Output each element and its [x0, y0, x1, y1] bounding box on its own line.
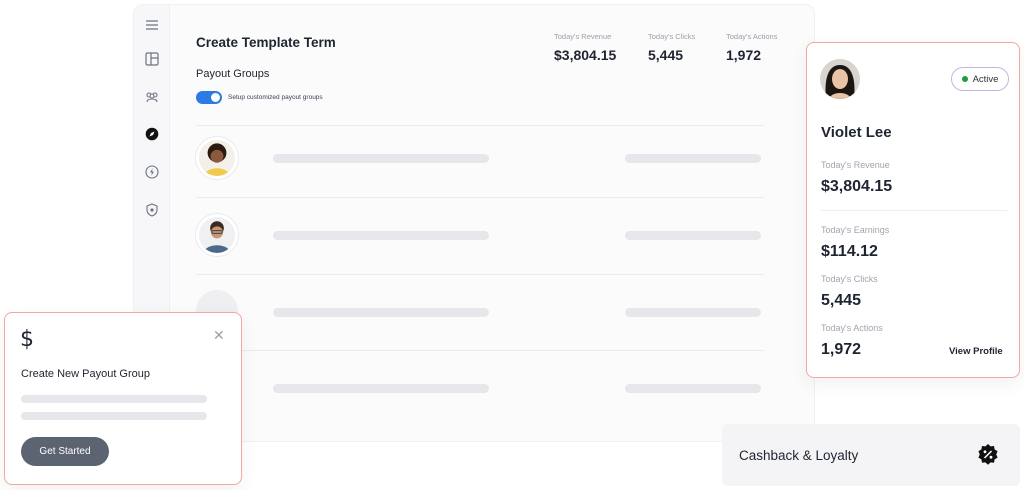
stat-value: 1,972 — [821, 341, 862, 358]
profile-revenue: Today's Revenue $3,804.15 — [821, 160, 892, 196]
stat-value: $3,804.15 — [821, 178, 893, 195]
stat-label: Today's Clicks — [648, 32, 696, 41]
popup-title: Create New Payout Group — [21, 368, 151, 380]
page-title: Create Template Term — [196, 35, 336, 50]
divider — [196, 350, 764, 351]
status-label: Active — [972, 73, 999, 85]
value-placeholder-bar — [625, 231, 761, 240]
stat-label: Today's Actions — [821, 323, 883, 333]
name-placeholder-bar — [273, 308, 489, 317]
stat-value: $3,804.15 — [554, 47, 617, 63]
discount-badge-icon — [976, 443, 1000, 467]
divider — [821, 210, 1007, 211]
profile-card: Active Violet Lee Today's Revenue $3,804… — [806, 42, 1020, 378]
name-placeholder-bar — [273, 231, 489, 240]
placeholder-bar — [21, 395, 207, 403]
section-title: Payout Groups — [196, 68, 270, 80]
value-placeholder-bar — [625, 154, 761, 163]
stat-value: 5,445 — [821, 292, 862, 309]
stat-label: Today's Revenue — [821, 160, 890, 170]
close-icon[interactable]: ✕ — [213, 327, 225, 344]
view-profile-link[interactable]: View Profile — [949, 346, 1003, 357]
profile-actions: Today's Actions 1,972 — [821, 323, 883, 359]
profile-name: Violet Lee — [821, 124, 892, 141]
avatar[interactable] — [196, 214, 238, 256]
stat-value: $114.12 — [821, 243, 878, 260]
create-payout-group-popup: $ ✕ Create New Payout Group Get Started — [4, 312, 242, 485]
name-placeholder-bar — [273, 384, 489, 393]
payout-groups-toggle[interactable] — [196, 91, 222, 104]
users-icon[interactable] — [145, 90, 159, 104]
shield-icon[interactable] — [145, 203, 159, 217]
stat-value: 5,445 — [648, 47, 684, 63]
get-started-button[interactable]: Get Started — [21, 437, 109, 466]
placeholder-bar — [21, 412, 207, 420]
value-placeholder-bar — [625, 308, 761, 317]
profile-earnings: Today's Earnings $114.12 — [821, 225, 889, 261]
dollar-icon: $ — [20, 327, 34, 352]
avatar[interactable] — [820, 59, 860, 99]
stat-label: Today's Revenue — [554, 32, 612, 41]
stat-value: 1,972 — [726, 47, 762, 63]
name-placeholder-bar — [273, 154, 489, 163]
stat-revenue: Today's Revenue $3,804.15 — [554, 32, 616, 63]
toggle-label: Setup customized payout groups — [228, 94, 323, 101]
bolt-icon[interactable] — [145, 165, 159, 179]
cashback-loyalty-pill[interactable]: Cashback & Loyalty — [722, 424, 1020, 486]
layout-icon[interactable] — [145, 52, 159, 66]
value-placeholder-bar — [625, 384, 761, 393]
stat-label: Today's Clicks — [821, 274, 878, 284]
stat-label: Today's Earnings — [821, 225, 890, 235]
status-badge: Active — [951, 67, 1009, 91]
menu-icon[interactable] — [145, 18, 159, 32]
divider — [196, 125, 764, 126]
stat-label: Today's Actions — [726, 32, 778, 41]
stat-clicks: Today's Clicks 5,445 — [648, 32, 695, 63]
stat-actions: Today's Actions 1,972 — [726, 32, 777, 63]
avatar[interactable] — [196, 137, 238, 179]
divider — [196, 274, 764, 275]
cashback-label: Cashback & Loyalty — [739, 448, 859, 463]
divider — [196, 197, 764, 198]
compass-icon[interactable] — [145, 127, 159, 141]
active-dot-icon — [961, 76, 968, 82]
profile-clicks: Today's Clicks 5,445 — [821, 274, 878, 310]
